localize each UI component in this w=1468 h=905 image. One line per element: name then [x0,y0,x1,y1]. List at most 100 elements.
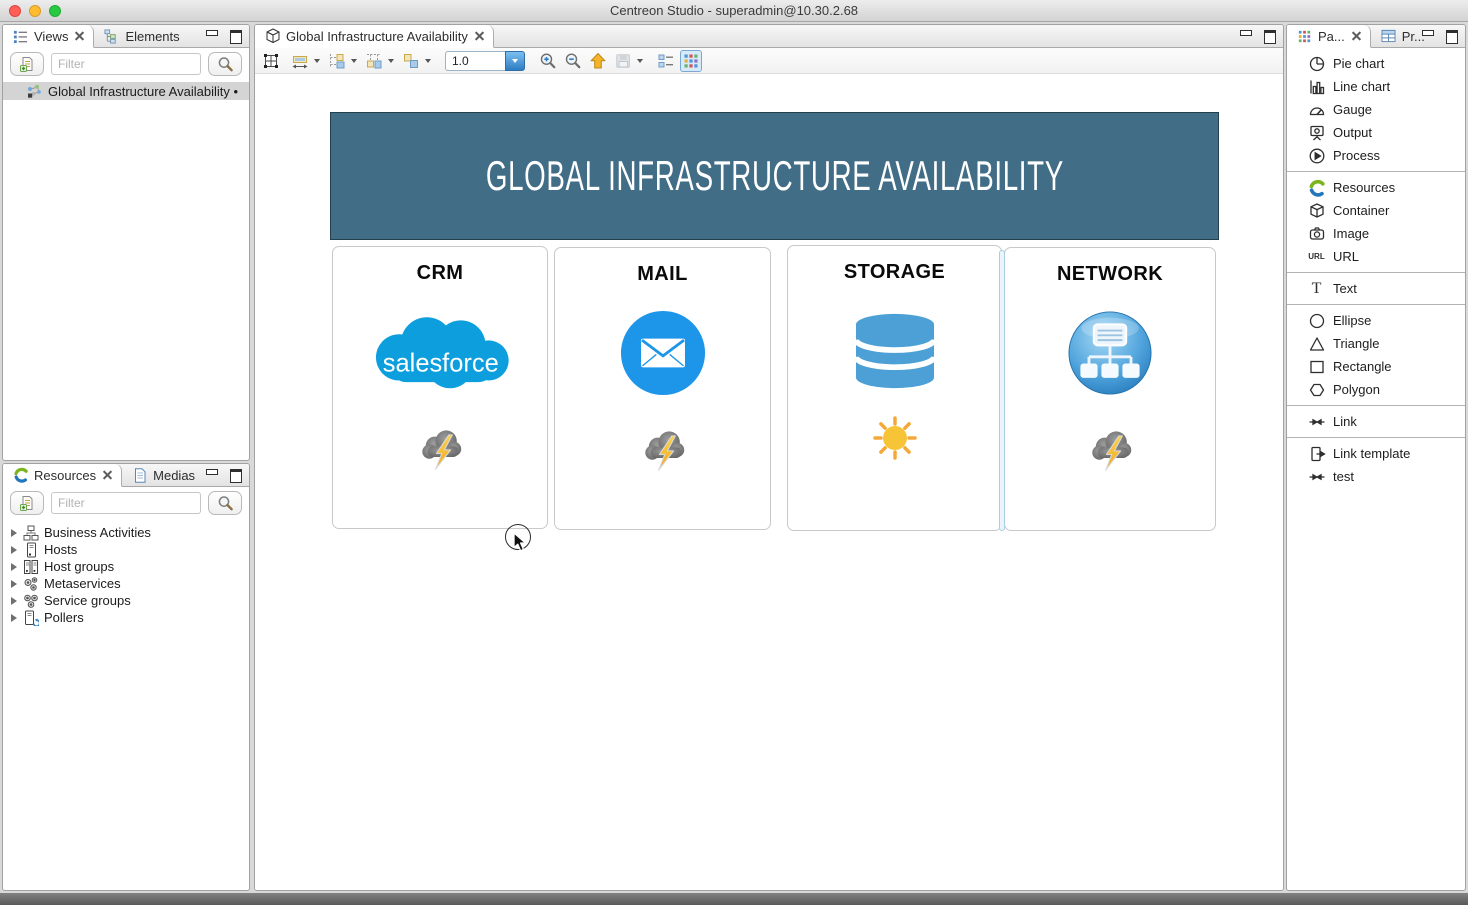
expand-arrow-icon[interactable] [11,563,17,571]
banner[interactable]: GLOBAL INFRASTRUCTURE AVAILABILITY [330,112,1219,240]
card-title: MAIL [637,263,687,286]
tree-item-service-groups[interactable]: Service groups [3,592,249,609]
expand-arrow-icon[interactable] [11,614,17,622]
expand-arrow-icon[interactable] [11,597,17,605]
align-horizontal-icon [328,52,346,70]
tab-medias[interactable]: Medias [122,464,204,486]
new-view-button[interactable] [10,52,44,76]
minimize-panel-icon[interactable] [1421,30,1434,41]
line-chart-icon [1307,78,1326,96]
palette-item-container[interactable]: Container [1287,199,1465,222]
palette-item-test[interactable]: test [1287,465,1465,488]
tree-item-host-groups[interactable]: Host groups [3,558,249,575]
palette-item-rectangle[interactable]: Rectangle [1287,355,1465,378]
card-storage[interactable]: STORAGE [787,245,1002,531]
tree-item-metaservices[interactable]: Metaservices [3,575,249,592]
close-icon[interactable] [475,32,484,41]
align-horizontal-button[interactable] [326,50,348,72]
close-icon[interactable] [1352,32,1361,41]
tab-editor-global-infrastructure-availability[interactable]: Global Infrastructure Availability [255,25,494,48]
tab-resources[interactable]: Resources [3,464,122,487]
views-filter-toolbar [3,48,249,80]
views-panel-tabbar: Views Elements [3,25,249,48]
mail-circle-logo [620,308,706,398]
maximize-panel-icon[interactable] [229,469,242,480]
palette-item-ellipse[interactable]: Ellipse [1287,309,1465,332]
views-filter-input[interactable] [51,53,201,75]
palette-item-pie-chart[interactable]: Pie chart [1287,52,1465,75]
tab-views[interactable]: Views [3,25,94,48]
card-network[interactable]: NETWORK [1004,247,1216,531]
dropdown-chevron-icon[interactable] [425,59,431,63]
new-resource-button[interactable] [10,491,44,515]
palette-item-process[interactable]: Process [1287,144,1465,167]
palette-item-image[interactable]: Image [1287,222,1465,245]
palette-divider [1287,272,1465,273]
minimize-editor-icon[interactable] [1239,30,1252,41]
camera-icon [1307,225,1326,243]
view-diagram-icon [25,83,42,99]
zoom-level-value[interactable]: 1.0 [445,51,505,71]
dropdown-chevron-icon[interactable] [351,59,357,63]
save-button[interactable] [612,50,634,72]
zoom-out-button[interactable] [562,50,584,72]
mouse-cursor [513,532,527,553]
window-title: Centreon Studio - superadmin@10.30.2.68 [0,3,1468,18]
dropdown-chevron-icon[interactable] [314,59,320,63]
grid-toggle-button[interactable] [680,50,702,72]
tree-item-pollers[interactable]: Pollers [3,609,249,626]
expand-arrow-icon[interactable] [11,529,17,537]
palette-item-triangle[interactable]: Triangle [1287,332,1465,355]
up-arrow-icon [589,52,607,70]
zoom-dropdown-button[interactable] [505,51,525,71]
up-level-button[interactable] [587,50,609,72]
card-mail[interactable]: MAIL [554,247,771,530]
dropdown-chevron-icon[interactable] [637,59,643,63]
resize-width-button[interactable] [289,50,311,72]
minimize-panel-icon[interactable] [205,469,218,480]
palette-item-url[interactable]: URL URL [1287,245,1465,268]
resources-tree: Business Activities Hosts Host groups [3,519,249,626]
card-crm[interactable]: CRM salesforce [332,246,548,529]
close-icon[interactable] [75,32,84,41]
triangle-icon [1307,335,1326,353]
expand-arrow-icon[interactable] [11,580,17,588]
match-size-icon [402,52,420,70]
vertical-divider-element[interactable] [999,250,1005,531]
tree-item-global-infrastructure-availability[interactable]: Global Infrastructure Availability • [3,82,249,100]
resources-search-button[interactable] [208,491,242,515]
maximize-panel-icon[interactable] [229,30,242,41]
maximize-panel-icon[interactable] [1445,30,1458,41]
tree-item-business-activities[interactable]: Business Activities [3,524,249,541]
palette-item-link-template[interactable]: Link template [1287,442,1465,465]
minimize-panel-icon[interactable] [205,30,218,41]
resources-panel: Resources Medias [2,463,250,891]
grid-select-button[interactable] [260,50,282,72]
close-icon[interactable] [103,471,112,480]
zoom-in-icon [539,52,557,70]
poller-icon [22,610,39,626]
align-vertical-button[interactable] [363,50,385,72]
palette-item-resources[interactable]: Resources [1287,176,1465,199]
zoom-in-button[interactable] [537,50,559,72]
palette-item-link[interactable]: Link [1287,410,1465,433]
palette-item-line-chart[interactable]: Line chart [1287,75,1465,98]
maximize-editor-icon[interactable] [1263,30,1276,41]
match-size-button[interactable] [400,50,422,72]
dropdown-chevron-icon[interactable] [388,59,394,63]
palette-item-polygon[interactable]: Polygon [1287,378,1465,401]
url-icon: URL [1307,248,1326,266]
expand-arrow-icon[interactable] [11,546,17,554]
palette-item-output[interactable]: Output [1287,121,1465,144]
tab-elements[interactable]: Elements [94,25,188,47]
outline-toggle-button[interactable] [655,50,677,72]
diagram-canvas[interactable]: GLOBAL INFRASTRUCTURE AVAILABILITY CRM s… [255,74,1283,891]
tab-palette[interactable]: Pa... [1287,25,1371,48]
resources-filter-input[interactable] [51,492,201,514]
tree-item-hosts[interactable]: Hosts [3,541,249,558]
document-icon [131,467,148,483]
palette-item-text[interactable]: T Text [1287,277,1465,300]
palette-item-gauge[interactable]: Gauge [1287,98,1465,121]
views-search-button[interactable] [208,52,242,76]
zoom-level-combo[interactable]: 1.0 [445,51,525,71]
